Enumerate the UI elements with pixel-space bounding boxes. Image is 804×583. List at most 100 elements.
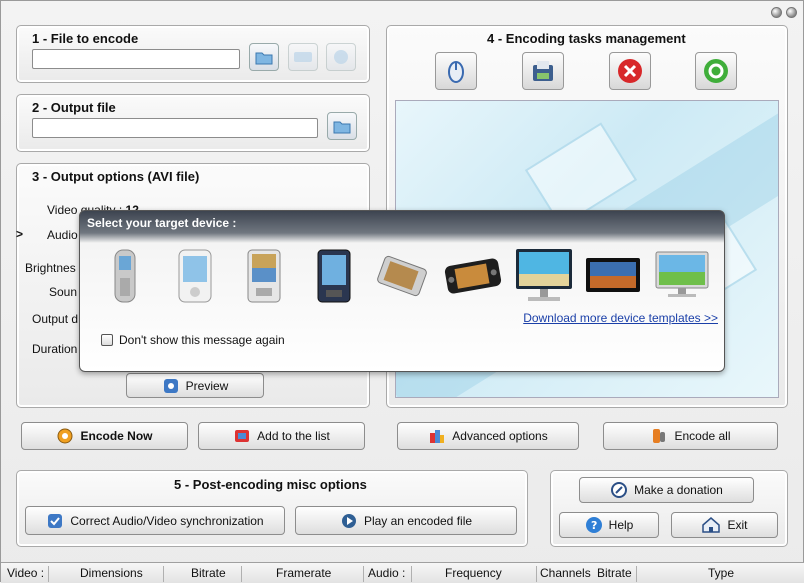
encode-all-label: Encode all	[674, 429, 731, 443]
status-separator	[48, 566, 49, 582]
status-video-bitrate: Bitrate	[191, 566, 226, 580]
help-label: Help	[608, 518, 634, 532]
device-pda-photo[interactable]	[244, 247, 284, 305]
panel-title: 5 - Post-encoding misc options	[174, 477, 367, 492]
file-to-encode-panel: 1 - File to encode	[16, 25, 370, 83]
status-frequency: Frequency	[445, 566, 502, 580]
post-encoding-panel: 5 - Post-encoding misc options Correct A…	[16, 470, 528, 547]
encode-now-button[interactable]: Encode Now	[21, 422, 188, 450]
close-window-icon[interactable]	[786, 7, 797, 18]
pda-white-icon	[178, 249, 212, 303]
device-pda-dark[interactable]	[314, 247, 354, 305]
status-separator	[411, 566, 412, 582]
brightness-label: Brightnes	[25, 261, 76, 275]
dont-show-again-checkbox[interactable]	[101, 334, 113, 346]
status-separator	[363, 566, 364, 582]
advanced-options-icon	[430, 430, 445, 443]
dont-show-again-checkbox-row[interactable]: Don't show this message again	[101, 333, 285, 347]
info-button[interactable]	[326, 43, 356, 71]
preview-button[interactable]: Preview	[126, 373, 264, 398]
preview-icon	[163, 378, 178, 393]
play-film-icon	[341, 513, 356, 528]
status-separator	[636, 566, 637, 582]
pda-photo-icon	[247, 249, 281, 303]
mouse-icon	[448, 61, 464, 83]
make-donation-label: Make a donation	[634, 483, 723, 497]
duration-label: Duration	[32, 342, 78, 356]
add-list-icon	[235, 430, 250, 442]
download-templates-link[interactable]: Download more device templates >>	[523, 311, 718, 325]
output-file-panel: 2 - Output file	[16, 94, 370, 152]
add-to-list-label: Add to the list	[257, 429, 330, 443]
play-encoded-label: Play an encoded file	[363, 513, 473, 528]
batch-button[interactable]	[288, 43, 318, 71]
help-button[interactable]: ? Help	[559, 512, 659, 538]
status-separator	[536, 566, 537, 582]
advanced-options-label: Advanced options	[452, 429, 548, 443]
device-pda-white[interactable]	[175, 247, 215, 305]
device-flat-tv[interactable]	[654, 247, 710, 305]
advanced-options-button[interactable]: Advanced options	[397, 422, 579, 450]
av-sync-button[interactable]: Correct Audio/Video synchronization	[25, 506, 285, 535]
device-selector-title: Select your target device :	[87, 216, 237, 230]
encode-now-label: Encode Now	[80, 429, 153, 443]
exit-house-icon	[702, 517, 721, 533]
output-file-field[interactable]	[32, 118, 318, 138]
status-separator	[241, 566, 242, 582]
status-audio-bitrate: Bitrate	[597, 566, 632, 580]
device-media-player[interactable]	[444, 247, 502, 305]
help-icon: ?	[585, 517, 602, 533]
panel-title: 4 - Encoding tasks management	[487, 31, 686, 46]
input-file-field[interactable]	[32, 49, 240, 69]
add-to-list-button[interactable]: Add to the list	[198, 422, 365, 450]
folder-open-icon	[255, 52, 273, 65]
device-widescreen-monitor[interactable]	[514, 247, 574, 305]
status-bar: Video : Dimensions Bitrate Framerate Aud…	[1, 562, 804, 583]
preview-label: Preview	[185, 378, 229, 393]
status-video-label: Video :	[7, 566, 45, 580]
play-encoded-button[interactable]: Play an encoded file	[295, 506, 517, 535]
status-channels: Channels	[540, 566, 591, 580]
expand-arrow[interactable]: >	[16, 227, 23, 241]
batch-icon	[294, 52, 312, 62]
device-phone-silver[interactable]	[110, 247, 140, 305]
status-audio-label: Audio :	[368, 566, 406, 580]
task-save-button[interactable]	[522, 52, 564, 90]
donation-icon	[611, 482, 628, 498]
refresh-icon	[704, 59, 728, 83]
encode-all-icon	[653, 429, 666, 443]
lcd-tv-icon	[586, 258, 640, 292]
pda-dark-icon	[317, 249, 351, 303]
task-delete-button[interactable]	[609, 52, 651, 90]
browse-output-button[interactable]	[327, 112, 357, 140]
audio-label: Audio	[47, 228, 78, 242]
save-disk-icon	[533, 61, 553, 81]
status-type: Type	[708, 566, 735, 580]
exit-button[interactable]: Exit	[671, 512, 778, 538]
dont-show-again-label: Don't show this message again	[119, 333, 285, 347]
task-mouse-button[interactable]	[435, 52, 477, 90]
phone-silver-icon	[114, 249, 136, 303]
output-label: Output d	[32, 312, 79, 326]
device-portable-player[interactable]	[376, 247, 428, 305]
exit-label: Exit	[727, 518, 748, 532]
portable-player-icon	[377, 255, 427, 297]
svg-text:?: ?	[591, 519, 597, 532]
gear-icon	[57, 428, 73, 444]
device-lcd-tv[interactable]	[584, 247, 642, 305]
widescreen-monitor-icon	[516, 249, 572, 301]
task-refresh-button[interactable]	[695, 52, 737, 90]
minimize-icon[interactable]	[771, 7, 782, 18]
status-separator	[163, 566, 164, 582]
encode-all-button[interactable]: Encode all	[603, 422, 778, 450]
media-player-icon	[444, 258, 502, 294]
info-icon	[334, 50, 348, 64]
make-donation-button[interactable]: Make a donation	[579, 477, 754, 503]
flat-tv-icon	[655, 251, 709, 297]
status-dimensions: Dimensions	[80, 566, 143, 580]
browse-input-button[interactable]	[249, 43, 279, 71]
av-sync-label: Correct Audio/Video synchronization	[70, 513, 264, 528]
panel-title: 2 - Output file	[32, 100, 116, 115]
sound-label: Soun	[49, 285, 78, 299]
av-sync-icon	[48, 513, 63, 528]
